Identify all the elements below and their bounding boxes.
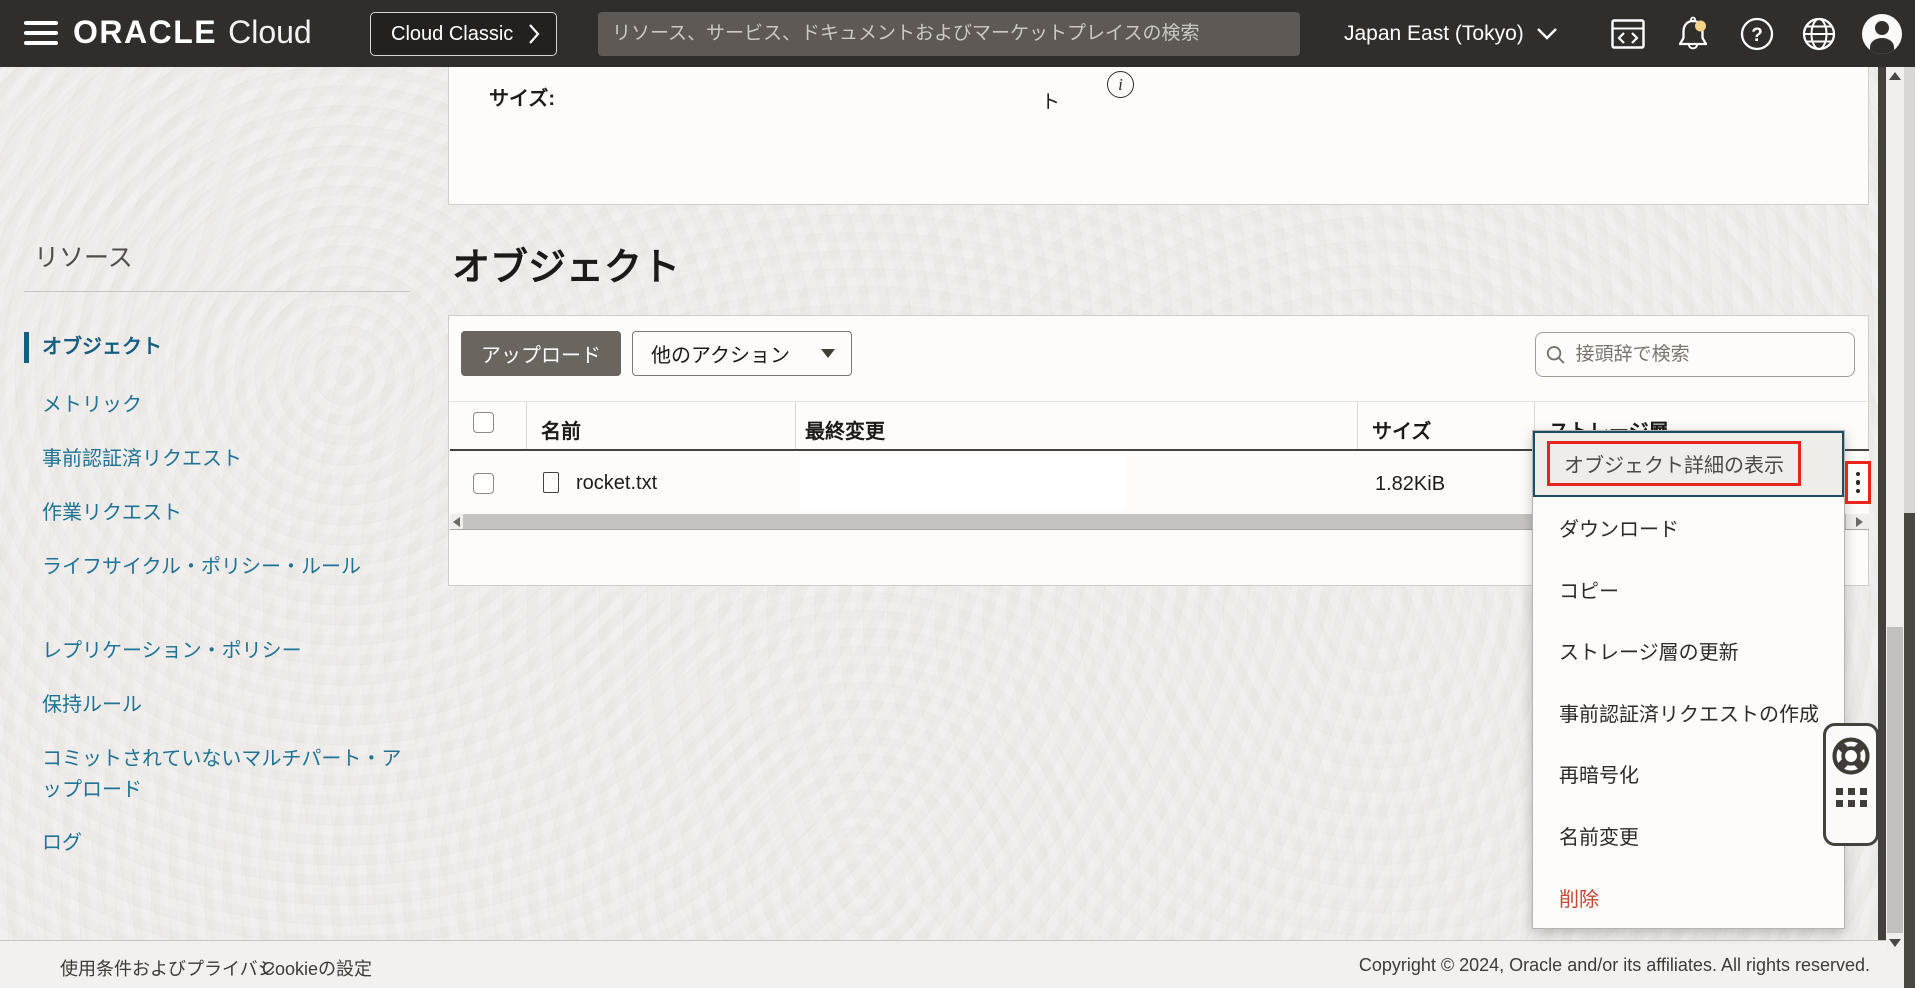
search-icon [1546,344,1566,366]
copyright-text: Copyright © 2024, Oracle and/or its affi… [1359,955,1870,976]
prefix-search-input[interactable] [1574,343,1844,367]
inner-scrollbar-dark[interactable] [1878,67,1886,940]
logo-cloud-text: Cloud [228,14,312,51]
footer: 使用条件およびプライバシ Cookieの設定 Copyright © 2024,… [0,940,1915,988]
menu-item-rename[interactable]: 名前変更 [1533,805,1844,867]
user-menu-button[interactable] [1860,0,1904,67]
object-name-cell: rocket.txt [576,472,657,495]
developer-console-button[interactable] [1606,0,1650,67]
sidebar-item-logs[interactable]: ログ [24,828,410,859]
help-button[interactable]: ? [1735,0,1779,67]
vertical-scrollbar-thumb[interactable] [1887,627,1903,933]
file-icon [543,472,559,493]
avatar [1862,14,1902,54]
resources-sidebar: リソース オブジェクト メトリック 事前認証済リクエスト 作業リクエスト ライフ… [24,238,416,898]
scroll-up-arrow-icon[interactable] [1889,72,1901,80]
last-modified-cell-blank [800,455,1126,511]
question-circle-icon: ? [1740,17,1774,51]
chevron-right-icon [528,23,540,45]
table-header-top-border [450,401,1869,402]
size-cell: 1.82KiB [1375,473,1445,496]
grid-dots-icon [1836,788,1867,807]
prefix-search-box [1535,332,1855,377]
language-button[interactable] [1797,0,1841,67]
sidebar-divider [24,291,410,292]
browser-scrollbar-track[interactable] [1904,67,1915,513]
scroll-right-arrow-icon[interactable] [1856,517,1863,527]
object-details-panel: サイズ: ト i [448,67,1869,205]
more-actions-label: 他のアクション [651,339,790,368]
select-all-checkbox[interactable] [473,412,494,433]
hamburger-menu-icon[interactable] [24,21,58,47]
sidebar-item-work-requests[interactable]: 作業リクエスト [24,498,410,529]
annotation-box-menu-item: オブジェクト詳細の表示 [1547,441,1801,486]
upload-button[interactable]: アップロード [461,331,621,376]
row-checkbox[interactable] [473,473,494,494]
browser-scrollbar-thumb[interactable] [1904,513,1915,988]
top-header: ORACLE Cloud Cloud Classic Japan East (T… [0,0,1915,67]
menu-item-create-preauth[interactable]: 事前認証済リクエストの作成 [1533,682,1844,744]
region-selector[interactable]: Japan East (Tokyo) [1344,0,1558,67]
column-header-size: サイズ [1372,415,1431,444]
more-actions-button[interactable]: 他のアクション [632,331,852,376]
logo-oracle-text: ORACLE [73,14,217,51]
bell-icon [1675,16,1713,52]
notifications-button[interactable] [1672,0,1716,67]
info-icon[interactable]: i [1107,71,1134,98]
oracle-cloud-logo[interactable]: ORACLE Cloud [73,14,312,51]
floating-help-widget[interactable] [1823,723,1879,846]
terms-privacy-link[interactable]: 使用条件およびプライバシ [60,955,276,981]
sidebar-item-preauth-requests[interactable]: 事前認証済リクエスト [24,444,410,475]
chevron-down-icon [1536,27,1558,40]
sidebar-title: リソース [34,238,133,274]
sidebar-item-lifecycle-policy[interactable]: ライフサイクル・ポリシー・ルール [24,552,410,583]
menu-item-reencrypt[interactable]: 再暗号化 [1533,743,1844,805]
size-value-truncated: ト [1041,87,1060,114]
menu-item-view-object-details[interactable]: オブジェクト詳細の表示 [1533,431,1844,497]
row-context-menu: オブジェクト詳細の表示 ダウンロード コピー ストレージ層の更新 事前認証済リク… [1532,430,1845,929]
menu-item-update-storage-tier[interactable]: ストレージ層の更新 [1533,620,1844,682]
sidebar-item-retention-rules[interactable]: 保持ルール [24,690,410,721]
size-label: サイズ: [489,82,555,111]
scroll-left-arrow-icon[interactable] [453,517,460,527]
column-header-last-modified: 最終変更 [805,415,885,444]
notification-dot [1695,20,1706,31]
cloud-classic-button[interactable]: Cloud Classic [370,12,557,56]
sidebar-item-uncommitted-multipart[interactable]: コミットされていないマルチパート・アップロード [24,744,410,806]
kebab-dots-icon [1856,472,1861,477]
code-window-icon [1611,19,1645,49]
page-title: オブジェクト [452,236,680,291]
menu-item-delete[interactable]: 削除 [1533,866,1844,928]
lifebuoy-icon [1829,734,1873,778]
sidebar-item-objects[interactable]: オブジェクト [24,332,410,363]
column-header-name: 名前 [541,415,581,444]
menu-item-download[interactable]: ダウンロード [1533,497,1844,559]
svg-text:?: ? [1751,25,1763,46]
row-actions-kebab-button[interactable] [1845,461,1871,504]
menu-item-copy[interactable]: コピー [1533,558,1844,620]
cookie-settings-link[interactable]: Cookieの設定 [262,955,372,981]
oracle-cloud-console: ORACLE Cloud Cloud Classic Japan East (T… [0,0,1915,988]
sidebar-item-replication-policy[interactable]: レプリケーション・ポリシー [24,636,410,667]
caret-down-icon [821,349,835,358]
region-label: Japan East (Tokyo) [1344,22,1524,46]
sidebar-item-metrics[interactable]: メトリック [24,390,410,421]
globe-icon [1802,17,1836,51]
scroll-down-arrow-icon[interactable] [1889,939,1901,947]
menu-item-label: オブジェクト詳細の表示 [1564,455,1784,477]
global-search-input[interactable] [598,12,1300,56]
cloud-classic-label: Cloud Classic [391,23,513,46]
